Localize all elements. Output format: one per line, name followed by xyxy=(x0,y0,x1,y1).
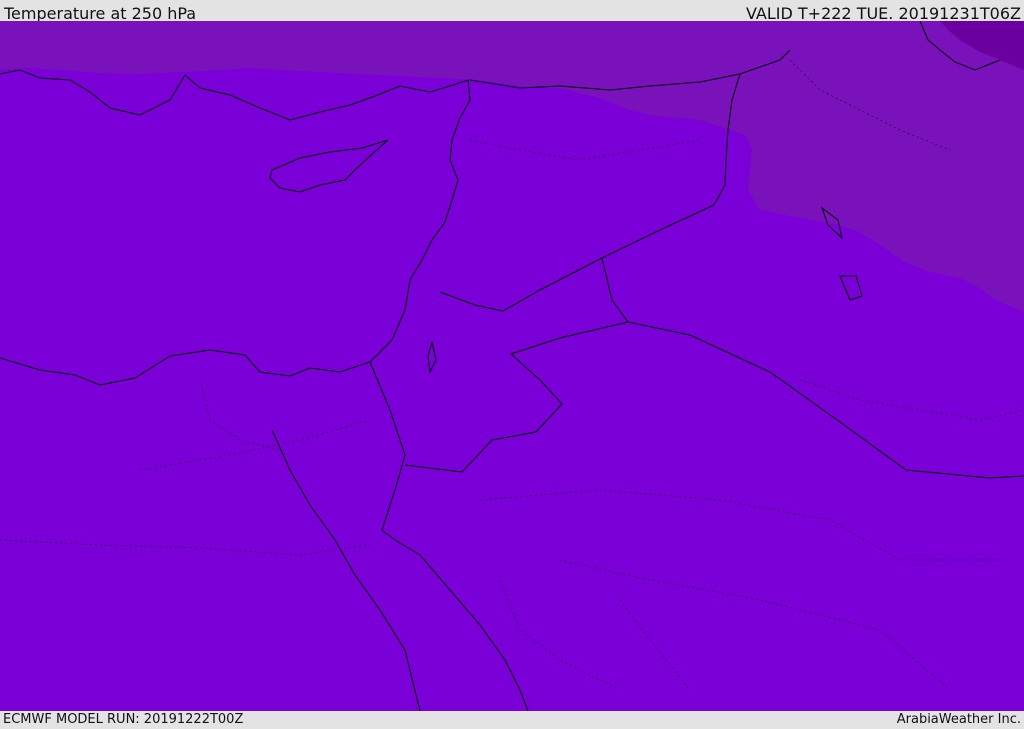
bottom-bar: ECMWF MODEL RUN: 20191222T00Z ArabiaWeat… xyxy=(0,711,1024,729)
map-area[interactable] xyxy=(0,21,1024,711)
top-bar: Temperature at 250 hPa VALID T+222 TUE. … xyxy=(0,0,1024,23)
model-run: ECMWF MODEL RUN: 20191222T00Z xyxy=(3,712,244,727)
map-canvas xyxy=(0,21,1024,711)
credit-label: ArabiaWeather Inc. xyxy=(896,712,1021,727)
